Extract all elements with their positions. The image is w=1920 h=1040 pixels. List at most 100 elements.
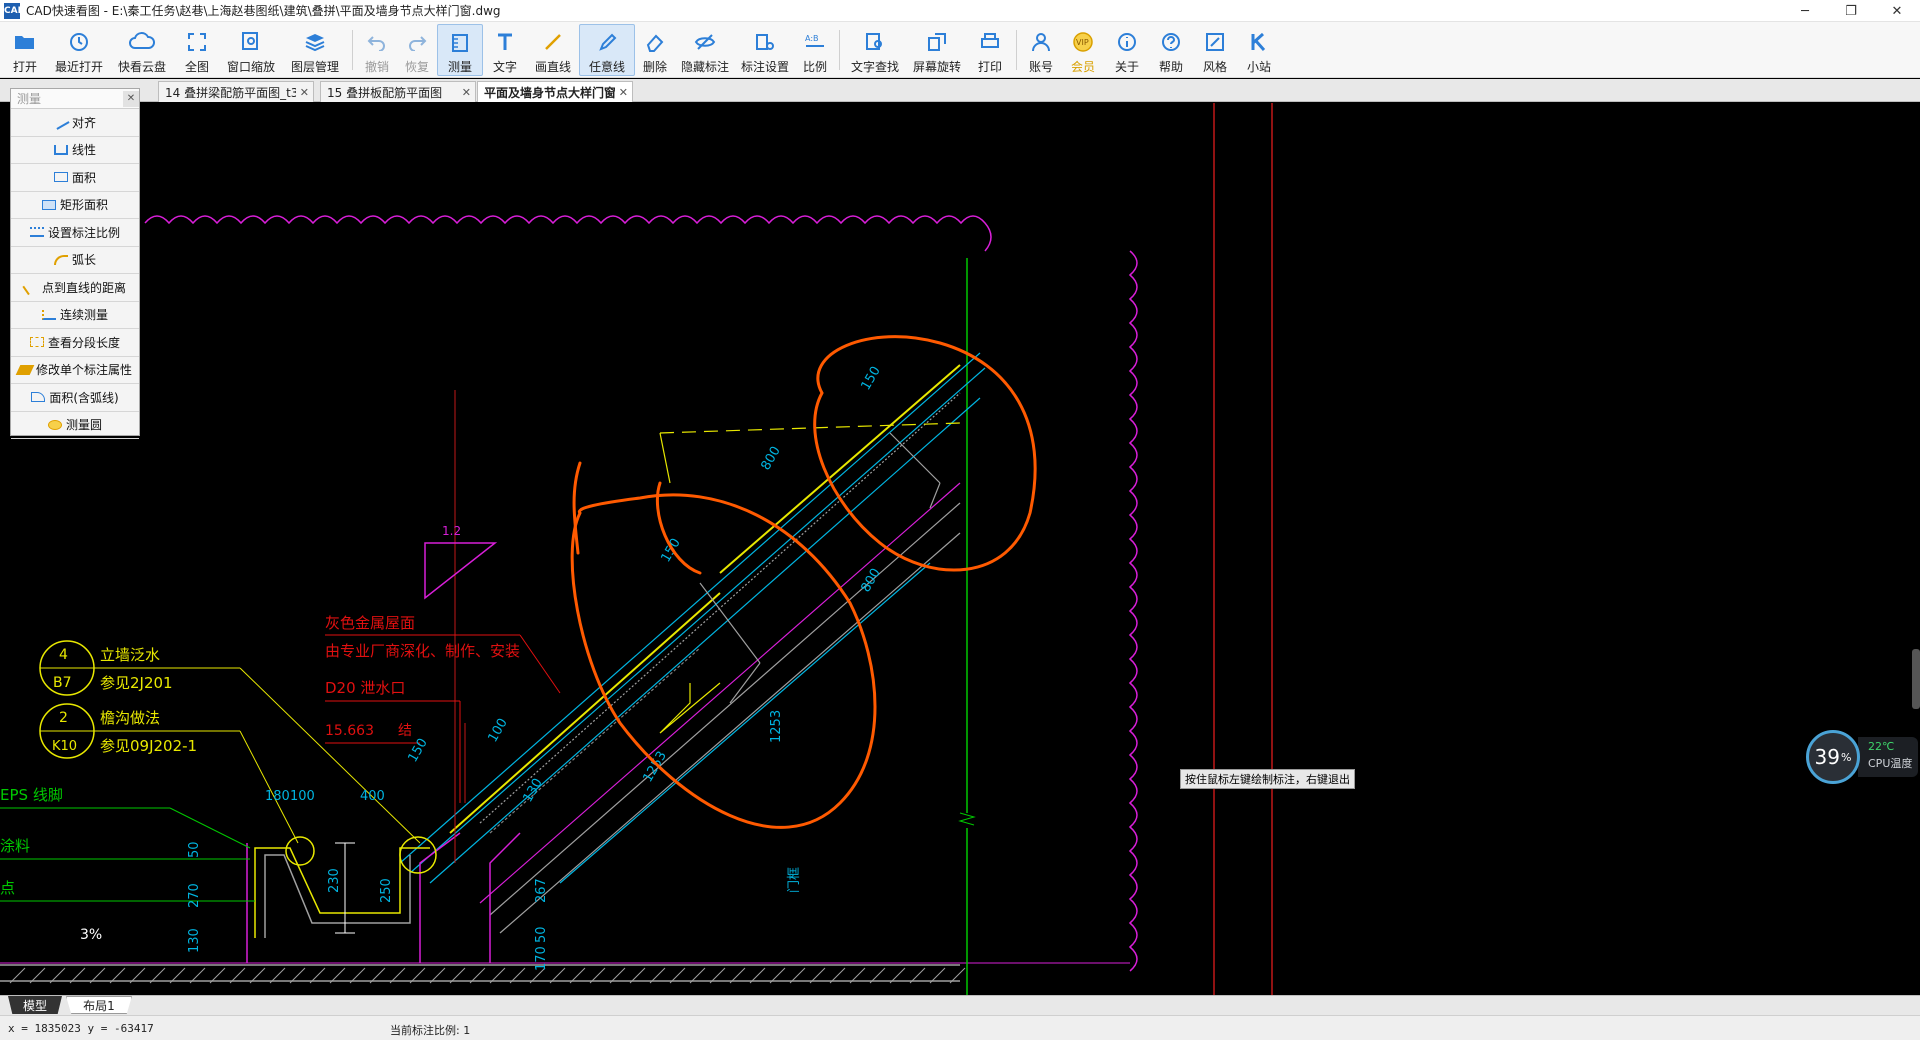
close-icon[interactable]: ✕ bbox=[123, 90, 139, 107]
measure-panel-header: 测量 ✕ bbox=[11, 89, 139, 109]
maximize-button[interactable]: ❐ bbox=[1828, 0, 1874, 22]
note-point: 点 bbox=[0, 879, 15, 897]
side-panel-handle[interactable] bbox=[1912, 649, 1920, 709]
text-button[interactable]: 文字 bbox=[483, 24, 527, 76]
close-tab-icon[interactable]: ✕ bbox=[619, 86, 628, 99]
user-icon bbox=[1031, 30, 1051, 54]
cloud-icon bbox=[129, 30, 155, 54]
print-button[interactable]: 打印 bbox=[968, 24, 1012, 76]
callout2-title: 檐沟做法 bbox=[100, 709, 160, 727]
minimize-button[interactable]: ─ bbox=[1782, 0, 1828, 22]
point-line-icon bbox=[22, 279, 40, 296]
note-elevation: 15.663 bbox=[325, 723, 374, 739]
note-structure: 结 bbox=[398, 723, 412, 739]
station-button[interactable]: 小站 bbox=[1237, 24, 1281, 76]
tab-layout1[interactable]: 布局1 bbox=[66, 996, 132, 1014]
tab-model[interactable]: 模型 bbox=[8, 996, 62, 1014]
close-button[interactable]: ✕ bbox=[1874, 0, 1920, 22]
measure-linear-button[interactable]: 线性 bbox=[11, 137, 139, 164]
about-button[interactable]: 关于 bbox=[1105, 24, 1149, 76]
drawing-canvas[interactable]: 1.2 4 B7 立墙泛水 参见2J201 2 K10 檐沟做法 参见09J20… bbox=[0, 103, 1920, 995]
measure-button[interactable]: 测量 bbox=[437, 24, 483, 76]
document-tabs: 14 叠拼梁配筋平面图_t3 ✕ 15 叠拼板配筋平面图 ✕ 平面及墙身节点大样门窗… bbox=[0, 79, 1920, 102]
svg-text:150: 150 bbox=[858, 364, 883, 393]
revision-cloud-right bbox=[1128, 250, 1138, 972]
pen-icon bbox=[597, 31, 617, 54]
redo-button[interactable]: 恢复 bbox=[397, 24, 437, 76]
callout2-ref: K10 bbox=[52, 739, 77, 754]
svg-text:170: 170 bbox=[534, 946, 549, 971]
undo-button[interactable]: 撤销 bbox=[357, 24, 397, 76]
continuous-icon bbox=[41, 309, 56, 320]
markup-circle-lower[interactable] bbox=[570, 493, 877, 829]
area-with-arc-button[interactable]: 面积(含弧线) bbox=[11, 384, 139, 412]
point-to-line-distance-button[interactable]: 点到直线的距离 bbox=[11, 274, 139, 302]
app-logo-icon: CAD bbox=[4, 2, 25, 19]
tab-wall-details[interactable]: 平面及墙身节点大样门窗 ✕ bbox=[477, 81, 633, 102]
note-eps: EPS 线脚 bbox=[0, 786, 63, 804]
set-dimension-scale-button[interactable]: 设置标注比例 bbox=[11, 219, 139, 247]
continuous-measure-button[interactable]: 连续测量 bbox=[11, 302, 139, 329]
markup-stroke[interactable] bbox=[572, 461, 582, 555]
svg-text:150: 150 bbox=[405, 736, 430, 765]
cloud-button[interactable]: 快看云盘 bbox=[110, 24, 174, 76]
recent-button[interactable]: 最近打开 bbox=[48, 24, 110, 76]
markup-circle-upper[interactable] bbox=[813, 335, 1037, 572]
cursor-coordinates: x = 1835023 y = -63417 bbox=[8, 1022, 154, 1035]
callout1-sub: 参见2J201 bbox=[100, 674, 173, 692]
area-icon bbox=[53, 172, 68, 183]
scale-icon bbox=[29, 227, 44, 238]
close-tab-icon[interactable]: ✕ bbox=[300, 86, 309, 99]
vip-icon: VIP bbox=[1072, 30, 1094, 54]
help-button[interactable]: 帮助 bbox=[1149, 24, 1193, 76]
tab-slab-plan[interactable]: 15 叠拼板配筋平面图 ✕ bbox=[320, 81, 476, 102]
callout2-number: 2 bbox=[59, 710, 68, 726]
measure-area-button[interactable]: 面积 bbox=[11, 164, 139, 192]
measure-align-button[interactable]: 对齐 bbox=[11, 109, 139, 137]
measure-circle-button[interactable]: 测量圆 bbox=[11, 412, 139, 439]
measure-arc-length-button[interactable]: 弧长 bbox=[11, 247, 139, 274]
circle-measure-icon bbox=[47, 419, 62, 430]
dimension-texts: 150 800 150 800 1253 1253 门框 180 100 400… bbox=[187, 364, 884, 971]
undo-icon bbox=[367, 30, 387, 54]
note-coating: 涂料 bbox=[0, 837, 30, 855]
vip-button[interactable]: VIP 会员 bbox=[1061, 24, 1105, 76]
window-zoom-button[interactable]: 窗口缩放 bbox=[220, 24, 282, 76]
delete-button[interactable]: 删除 bbox=[635, 24, 675, 76]
cpu-monitor-widget[interactable]: 22℃ CPU温度 39% bbox=[1806, 730, 1920, 784]
open-button[interactable]: 打开 bbox=[2, 24, 48, 76]
svg-text:1253: 1253 bbox=[769, 710, 784, 743]
account-button[interactable]: 账号 bbox=[1021, 24, 1061, 76]
svg-text:250: 250 bbox=[379, 878, 394, 903]
full-view-button[interactable]: 全图 bbox=[174, 24, 220, 76]
segment-icon bbox=[29, 337, 44, 348]
hide-dimensions-button[interactable]: 隐藏标注 bbox=[675, 24, 735, 76]
tab-beam-plan[interactable]: 14 叠拼梁配筋平面图_t3 ✕ bbox=[158, 81, 314, 102]
slope-triangle[interactable] bbox=[424, 542, 498, 600]
style-icon bbox=[1205, 30, 1225, 54]
callout2-sub: 参见09J202-1 bbox=[100, 737, 197, 755]
ratio-button[interactable]: A:B 比例 bbox=[795, 24, 835, 76]
rotate-screen-button[interactable]: 屏幕旋转 bbox=[906, 24, 968, 76]
find-text-button[interactable]: 文字查找 bbox=[844, 24, 906, 76]
freehand-button[interactable]: 任意线 bbox=[579, 24, 635, 76]
dimension-settings-button[interactable]: 标注设置 bbox=[735, 24, 795, 76]
segment-length-button[interactable]: 查看分段长度 bbox=[11, 329, 139, 357]
edit-dim-icon bbox=[15, 364, 35, 375]
note-drain: D20 泄水口 bbox=[325, 679, 405, 697]
close-tab-icon[interactable]: ✕ bbox=[462, 86, 471, 99]
svg-text:800: 800 bbox=[858, 566, 883, 595]
edit-dimension-button[interactable]: 修改单个标注属性 bbox=[11, 357, 139, 384]
draw-line-button[interactable]: 画直线 bbox=[527, 24, 579, 76]
linear-icon bbox=[53, 144, 68, 155]
layers-button[interactable]: 图层管理 bbox=[282, 24, 348, 76]
style-button[interactable]: 风格 bbox=[1193, 24, 1237, 76]
window-title: CAD快速看图 - E:\秦工任务\赵巷\上海赵巷图纸\建筑\叠拼\平面及墙身节… bbox=[26, 4, 501, 18]
gear-ruler-icon bbox=[755, 30, 775, 54]
svg-text:50: 50 bbox=[534, 926, 549, 943]
dimension-scale-status: 当前标注比例: 1 bbox=[390, 1024, 471, 1037]
measure-rect-area-button[interactable]: 矩形面积 bbox=[11, 192, 139, 219]
cad-drawing[interactable]: 1.2 4 B7 立墙泛水 参见2J201 2 K10 檐沟做法 参见09J20… bbox=[0, 103, 1920, 995]
text-icon bbox=[495, 30, 515, 54]
status-bar: x = 1835023 y = -63417 当前标注比例: 1 bbox=[0, 1015, 1920, 1040]
